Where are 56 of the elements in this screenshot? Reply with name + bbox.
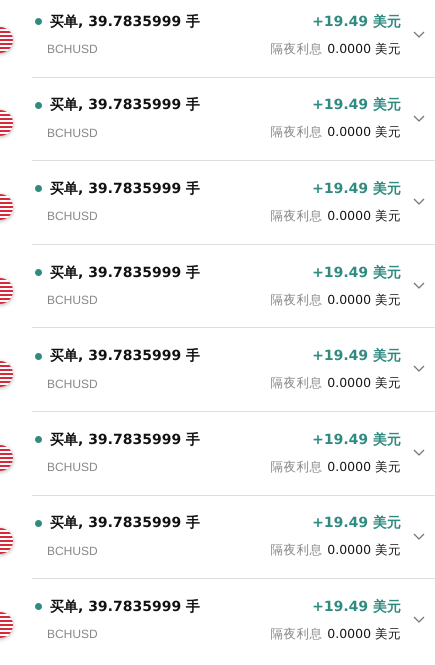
status-dot-icon — [35, 603, 42, 610]
profit-value: +19.49 美元 — [312, 96, 401, 114]
profit-value: +19.49 美元 — [312, 347, 401, 366]
profit-value: +19.49 美元 — [312, 12, 401, 31]
position-title: 买单, 39.7835999 手 — [50, 180, 200, 198]
swap-label: 隔夜利息 — [270, 40, 322, 58]
chevron-icon[interactable] — [413, 114, 425, 123]
status-dot-icon — [35, 436, 42, 444]
position-title: 买单, 39.7835999 手 — [50, 347, 200, 366]
chevron-icon[interactable] — [413, 282, 425, 290]
symbol-label: BCHUSD — [47, 376, 98, 391]
swap-label: 隔夜利息 — [270, 542, 322, 560]
profit-value: +19.49 美元 — [312, 180, 401, 198]
status-dot-icon — [35, 269, 42, 276]
status-dot-icon — [35, 18, 42, 26]
swap-value: 0.0000 美元 — [327, 542, 401, 560]
swap-value: 0.0000 美元 — [327, 375, 401, 392]
swap-label: 隔夜利息 — [270, 208, 322, 225]
status-dot-icon — [35, 102, 42, 109]
chevron-icon[interactable] — [413, 365, 425, 374]
status-dot-icon — [35, 185, 42, 192]
swap-value: 0.0000 美元 — [327, 208, 401, 225]
status-dot-icon — [35, 352, 42, 360]
symbol-label: BCHUSD — [47, 293, 98, 308]
swap-value: 0.0000 美元 — [327, 458, 401, 476]
profit-value: +19.49 美元 — [312, 598, 401, 616]
position-title: 买单, 39.7835999 手 — [50, 264, 200, 282]
position-title: 买单, 39.7835999 手 — [50, 598, 200, 616]
symbol-label: BCHUSD — [47, 126, 98, 140]
position-title: 买单, 39.7835999 手 — [50, 514, 200, 532]
status-dot-icon — [35, 520, 42, 527]
position-title: 买单, 39.7835999 手 — [50, 12, 200, 31]
symbol-label: BCHUSD — [47, 209, 98, 224]
profit-value: +19.49 美元 — [312, 514, 401, 532]
chevron-icon[interactable] — [413, 532, 425, 541]
profit-value: +19.49 美元 — [312, 264, 401, 282]
symbol-label: BCHUSD — [47, 42, 98, 56]
symbol-label: BCHUSD — [47, 627, 98, 642]
swap-value: 0.0000 美元 — [327, 626, 401, 643]
chevron-icon[interactable] — [413, 448, 425, 457]
chevron-icon[interactable] — [413, 198, 425, 206]
swap-value: 0.0000 美元 — [327, 292, 401, 309]
position-title: 买单, 39.7835999 手 — [50, 430, 200, 449]
swap-label: 隔夜利息 — [270, 626, 322, 643]
swap-value: 0.0000 美元 — [327, 124, 401, 142]
profit-value: +19.49 美元 — [312, 430, 401, 449]
swap-label: 隔夜利息 — [270, 124, 322, 142]
swap-label: 隔夜利息 — [270, 375, 322, 392]
position-title: 买单, 39.7835999 手 — [50, 96, 200, 114]
symbol-label: BCHUSD — [47, 544, 98, 558]
swap-value: 0.0000 美元 — [327, 40, 401, 58]
swap-label: 隔夜利息 — [270, 292, 322, 309]
symbol-label: BCHUSD — [47, 460, 98, 474]
chevron-icon[interactable] — [413, 616, 425, 624]
swap-label: 隔夜利息 — [270, 458, 322, 476]
chevron-icon[interactable] — [413, 31, 425, 39]
